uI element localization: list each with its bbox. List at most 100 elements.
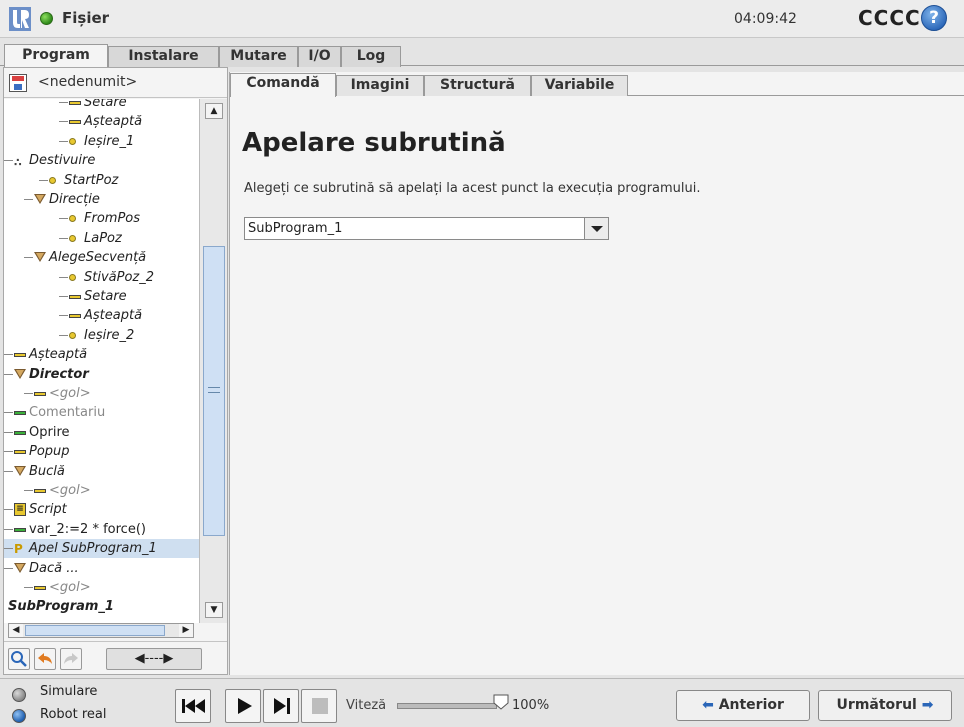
command-bar-icon: [34, 586, 46, 590]
step-button[interactable]: [263, 689, 299, 723]
waypoint-icon: [69, 331, 76, 339]
tree-node[interactable]: StivăPoz_2: [4, 268, 199, 287]
tab-variables[interactable]: Variabile: [531, 75, 628, 96]
ur-logo-icon: [9, 7, 31, 31]
save-icon[interactable]: [9, 74, 27, 92]
tree-node[interactable]: Așteaptă: [4, 112, 199, 131]
stop-button[interactable]: [301, 689, 337, 723]
tree-node[interactable]: <gol>: [4, 481, 199, 500]
rewind-button[interactable]: [175, 689, 211, 723]
tree-node[interactable]: Comentariu: [4, 403, 199, 422]
tab-log[interactable]: Log: [341, 46, 401, 67]
simulation-radio[interactable]: [12, 688, 26, 702]
tree-node[interactable]: Popup: [4, 442, 199, 461]
tree-node[interactable]: Setare: [4, 287, 199, 306]
program-tree-panel: <nedenumit> Setare Așteaptă Ieșire_1 ∴ Desti…: [3, 67, 228, 675]
program-tree[interactable]: Setare Așteaptă Ieșire_1 ∴ Destivuire StartPo…: [4, 99, 199, 623]
hscroll-thumb[interactable]: [25, 625, 165, 636]
tree-toolbar: ◀----▶: [4, 641, 227, 674]
command-bar-icon: [14, 527, 26, 532]
next-button[interactable]: Următorul ➡: [818, 690, 952, 721]
tree-node[interactable]: <gol>: [4, 384, 199, 403]
tree-vertical-scrollbar[interactable]: ▲ ▼: [199, 99, 227, 623]
tree-node[interactable]: SubProgram_1: [4, 597, 199, 616]
tab-installation[interactable]: Instalare: [108, 46, 219, 67]
tree-node[interactable]: P Apel SubProgram_1: [4, 539, 199, 559]
command-bar-icon: [34, 392, 46, 396]
tree-connector: [24, 393, 33, 394]
page-title: Apelare subrutină: [242, 128, 506, 158]
previous-button[interactable]: ⬅ Anterior: [676, 690, 810, 721]
chevron-down-icon[interactable]: [584, 218, 608, 239]
tree-connector: [4, 548, 13, 550]
tree-node[interactable]: <gol>: [4, 578, 199, 597]
tree-node[interactable]: var_2:=2 * force(): [4, 520, 199, 539]
tree-connector: [4, 431, 13, 433]
stop-icon: [312, 698, 328, 714]
scroll-up-icon[interactable]: ▲: [205, 103, 223, 119]
speed-slider[interactable]: [397, 703, 497, 709]
arrow-right-icon: ➡: [921, 697, 934, 713]
tree-connector: [59, 218, 68, 220]
tree-node[interactable]: FromPos: [4, 209, 199, 228]
tree-node[interactable]: Buclă: [4, 462, 199, 481]
command-bar-icon: [34, 489, 46, 493]
tab-program[interactable]: Program: [4, 44, 108, 68]
scroll-down-icon[interactable]: ▼: [205, 602, 223, 618]
tree-node[interactable]: AlegeSecvență: [4, 248, 199, 267]
robot-status-icon: [40, 12, 53, 25]
command-bar-icon: [14, 411, 26, 416]
pallet-icon: ∴: [14, 156, 22, 170]
tree-connector: [59, 121, 68, 123]
tree-node[interactable]: Ieșire_2: [4, 326, 199, 345]
tab-io[interactable]: I/O: [298, 46, 341, 67]
tree-node[interactable]: Oprire: [4, 423, 199, 442]
tree-node[interactable]: ∴ Destivuire: [4, 151, 199, 170]
help-icon[interactable]: ?: [921, 5, 947, 31]
tree-node[interactable]: ≡ Script: [4, 500, 199, 519]
speed-slider-thumb-icon[interactable]: [492, 693, 510, 711]
scroll-left-icon[interactable]: ◀: [9, 624, 23, 637]
tab-structure[interactable]: Structură: [424, 75, 531, 96]
real-robot-label: Robot real: [40, 707, 107, 722]
tree-node[interactable]: Direcție: [4, 190, 199, 209]
scroll-right-icon[interactable]: ▶: [179, 624, 193, 637]
tree-connector: [4, 509, 13, 511]
tree-connector: [4, 528, 13, 530]
tree-connector: [59, 237, 68, 239]
previous-label: Anterior: [718, 697, 784, 713]
tab-move[interactable]: Mutare: [219, 46, 298, 67]
speed-label: Viteză: [346, 698, 387, 713]
play-button[interactable]: [225, 689, 261, 723]
sub-tabs: Comandă Imagini Structură Variabile: [230, 72, 964, 97]
file-menu[interactable]: Fișier: [62, 9, 109, 27]
tree-node[interactable]: LaPoz: [4, 229, 199, 248]
subroutine-select[interactable]: SubProgram_1: [244, 217, 609, 240]
tree-node-label: Setare: [84, 99, 127, 110]
real-robot-radio[interactable]: [12, 709, 26, 723]
tab-command[interactable]: Comandă: [230, 73, 336, 97]
scroll-thumb[interactable]: [203, 246, 225, 536]
waypoint-icon: [69, 215, 76, 223]
move-node-button[interactable]: ◀----▶: [106, 648, 202, 670]
undo-icon[interactable]: [34, 648, 56, 670]
tree-horizontal-scrollbar[interactable]: ◀ ▶: [8, 623, 194, 638]
waypoint-icon: [69, 234, 76, 242]
tree-node[interactable]: Setare: [4, 99, 199, 112]
bottom-bar: Simulare Robot real Viteză 100% ⬅ Anteri…: [0, 678, 964, 727]
tree-node-label: Dacă ...: [29, 560, 79, 576]
tree-node[interactable]: Ieșire_1: [4, 132, 199, 151]
step-icon: [274, 698, 290, 714]
tree-connector: [59, 334, 68, 336]
tree-node[interactable]: Așteaptă: [4, 345, 199, 364]
command-bar-icon: [14, 430, 26, 435]
tree-node[interactable]: Așteaptă: [4, 306, 199, 325]
tree-node[interactable]: Director: [4, 365, 199, 384]
subroutine-select-value: SubProgram_1: [248, 221, 343, 236]
tree-node[interactable]: Dacă ...: [4, 559, 199, 578]
tree-node-label: <gol>: [49, 483, 91, 498]
redo-icon[interactable]: [60, 648, 82, 670]
tab-images[interactable]: Imagini: [336, 75, 424, 96]
search-icon[interactable]: [8, 648, 30, 670]
tree-node[interactable]: StartPoz: [4, 171, 199, 190]
